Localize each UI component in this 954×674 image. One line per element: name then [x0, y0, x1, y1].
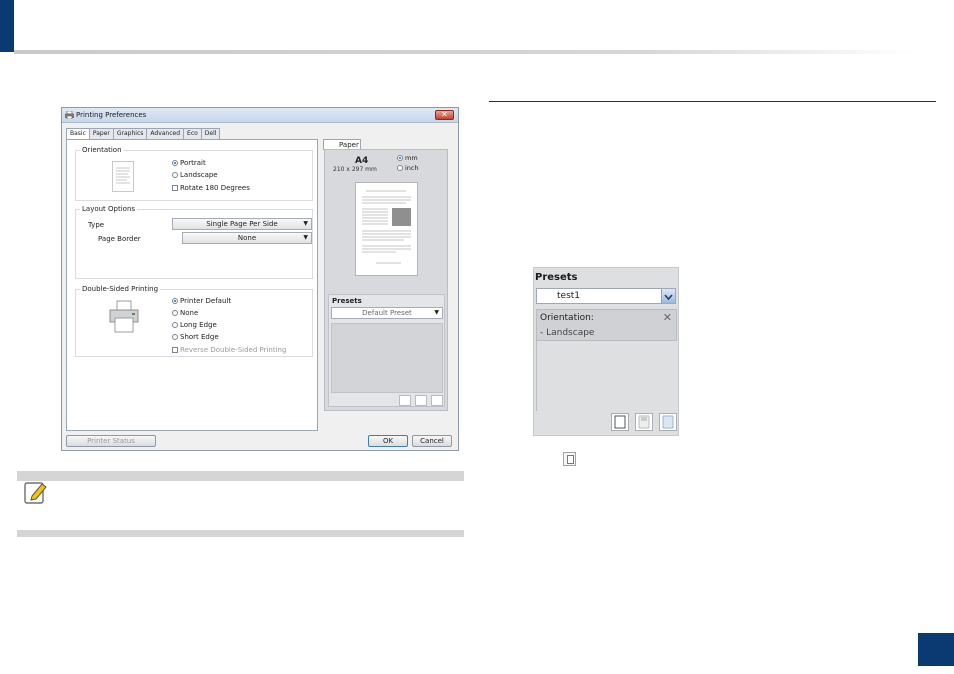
presets-list-border [536, 341, 537, 411]
presets-label: Presets [332, 297, 362, 305]
note-bar-top [17, 471, 464, 481]
printer-status-button[interactable]: Printer Status [66, 435, 156, 447]
ok-button[interactable]: OK [368, 435, 408, 447]
duplex-printer-default-radio[interactable]: Printer Default [172, 297, 231, 305]
note-pencil-icon [24, 482, 47, 504]
new-preset-icon[interactable] [611, 413, 629, 431]
orientation-title: Orientation [80, 146, 124, 154]
double-sided-title: Double-Sided Printing [80, 285, 161, 293]
paper-preview-panel: A4 210 x 297 mm mm inch Presets Default … [324, 149, 448, 411]
page-border-label: Page Border [98, 235, 141, 243]
presets-panel: Presets Default Preset ▼ [328, 294, 445, 407]
presets-dropdown[interactable]: Default Preset ▼ [331, 307, 443, 319]
printing-preferences-dialog: Printing Preferences ✕ Basic Paper Graph… [61, 107, 459, 451]
rotate-180-checkbox[interactable]: Rotate 180 Degrees [172, 184, 250, 192]
save-preset-icon[interactable] [635, 413, 653, 431]
basic-tab-panel: Orientation Portrait Landscape Rotate 18… [66, 139, 318, 431]
unit-mm-radio[interactable]: mm [397, 154, 418, 162]
landscape-radio[interactable]: Landscape [172, 171, 218, 179]
dialog-titlebar: Printing Preferences ✕ [62, 108, 458, 123]
new-preset-icon [563, 452, 576, 466]
chevron-down-icon: ▼ [303, 220, 308, 227]
duplex-short-edge-radio[interactable]: Short Edge [172, 333, 219, 341]
duplex-none-radio[interactable]: None [172, 309, 198, 317]
close-icon[interactable]: ✕ [663, 311, 672, 324]
page-border-dropdown[interactable]: None ▼ [182, 232, 312, 244]
note-bar-bottom [17, 530, 464, 537]
layout-options-title: Layout Options [80, 205, 138, 213]
delete-preset-icon[interactable] [431, 395, 443, 406]
chapter-accent-bar [0, 0, 14, 52]
type-label: Type [88, 221, 105, 229]
tab-dell[interactable]: Dell [200, 128, 221, 139]
duplex-long-edge-radio[interactable]: Long Edge [172, 321, 217, 329]
presets-detail-area [331, 323, 443, 393]
chevron-down-icon: ▼ [303, 234, 308, 241]
paper-size-dims: 210 x 297 mm [333, 166, 377, 173]
portrait-radio[interactable]: Portrait [172, 159, 206, 167]
presets-zoom-dropdown[interactable]: test1 [536, 288, 676, 304]
double-sided-group: Double-Sided Printing Printer Default No… [75, 285, 313, 357]
tab-graphics[interactable]: Graphics [112, 128, 148, 139]
section-rule [489, 101, 936, 102]
chevron-down-icon: ▼ [434, 309, 439, 316]
presets-zoom-selected: test1 [557, 291, 581, 301]
close-icon[interactable]: ✕ [435, 110, 454, 120]
tab-advanced[interactable]: Advanced [146, 128, 185, 139]
dialog-title: Printing Preferences [76, 111, 147, 119]
document-icon [112, 161, 134, 192]
unit-inch-radio[interactable]: inch [397, 164, 419, 172]
tab-paper[interactable]: Paper [88, 128, 114, 139]
printer-duplex-icon [109, 300, 139, 333]
printer-icon [65, 111, 74, 119]
tab-eco[interactable]: Eco [183, 128, 202, 139]
presets-zoom-panel: Presets test1 Orientation: - Landscape ✕ [533, 267, 679, 436]
orientation-group: Orientation Portrait Landscape Rotate 18… [75, 146, 313, 201]
layout-type-dropdown[interactable]: Single Page Per Side ▼ [172, 218, 312, 230]
page-number-badge [918, 633, 954, 666]
preset-summary-line1: Orientation: [540, 313, 594, 323]
reverse-duplex-checkbox[interactable]: Reverse Double-Sided Printing [172, 346, 286, 354]
cancel-button[interactable]: Cancel [412, 435, 452, 447]
preset-summary-card: Orientation: - Landscape ✕ [536, 309, 677, 341]
new-preset-icon[interactable] [399, 395, 411, 406]
page-preview [355, 182, 418, 276]
delete-preset-icon[interactable] [659, 413, 677, 431]
paper-size-name: A4 [355, 156, 369, 166]
header-rule [14, 50, 914, 54]
presets-zoom-title: Presets [535, 272, 578, 283]
chevron-down-icon[interactable] [661, 289, 675, 303]
preset-summary-line2: - Landscape [540, 328, 595, 338]
save-preset-icon[interactable] [415, 395, 427, 406]
tab-strip: Basic Paper Graphics Advanced Eco Dell [66, 128, 221, 140]
layout-options-group: Layout Options Type Single Page Per Side… [75, 205, 313, 279]
